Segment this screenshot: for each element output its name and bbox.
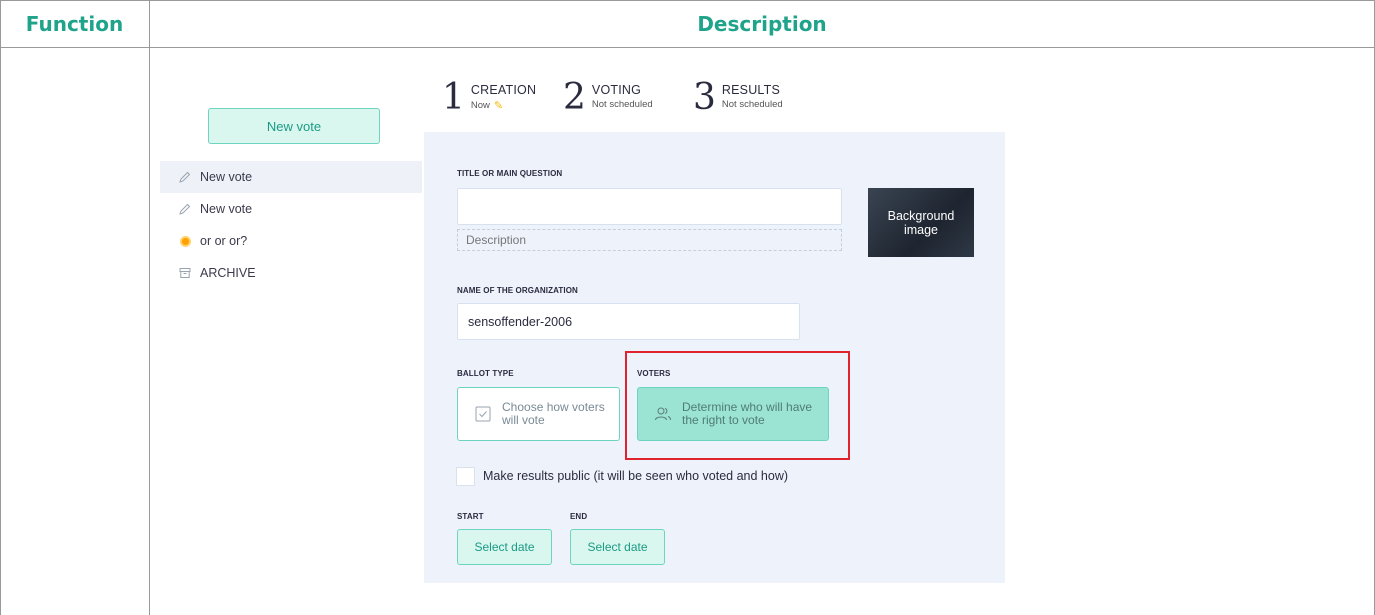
archive-icon <box>178 266 192 280</box>
sidebar-item-label: ARCHIVE <box>200 266 256 280</box>
table-border-left <box>0 0 1 615</box>
step-subtitle: Now <box>470 100 490 111</box>
new-vote-button[interactable]: New vote <box>208 108 380 144</box>
step-number: 2 <box>563 77 586 118</box>
title-input[interactable] <box>457 188 842 225</box>
make-results-public-checkbox[interactable] <box>456 467 475 486</box>
ballot-type-text: Choose how voters will vote <box>502 400 605 427</box>
pencil-icon <box>178 202 192 216</box>
table-border-divider <box>149 0 150 615</box>
make-results-public-label: Make results public (it will be seen who… <box>483 469 789 483</box>
sidebar <box>160 70 422 615</box>
tab-creation[interactable]: 1 CREATION Now ✎ <box>424 70 545 132</box>
background-image-button[interactable]: Background image <box>868 188 974 257</box>
title-label: TITLE OR MAIN QUESTION <box>457 169 563 178</box>
description-input[interactable]: Description <box>457 229 842 251</box>
edit-pencil-icon[interactable]: ✎ <box>494 99 503 112</box>
tab-voting[interactable]: 2 VOTING Not scheduled <box>545 70 675 132</box>
sidebar-item-label: New vote <box>200 202 253 216</box>
tab-results[interactable]: 3 RESULTS Not scheduled <box>675 70 815 132</box>
step-subtitle: Not scheduled <box>721 99 783 110</box>
step-subtitle: Not scheduled <box>591 99 653 110</box>
function-header: Function <box>25 11 124 36</box>
end-date-button[interactable]: Select date <box>570 529 665 565</box>
step-title: RESULTS <box>721 83 781 97</box>
status-dot-icon <box>178 234 192 248</box>
highlight-box <box>625 351 850 460</box>
start-label: START <box>457 512 484 521</box>
sidebar-item-or-or-or[interactable]: or or or? <box>160 225 422 257</box>
table-border-header <box>0 47 1375 48</box>
checkbox-icon <box>474 406 492 422</box>
end-label: END <box>570 512 588 521</box>
step-title: CREATION <box>470 83 537 97</box>
pencil-icon <box>178 170 192 184</box>
step-title: VOTING <box>591 83 642 97</box>
ballot-type-button[interactable]: Choose how voters will vote <box>457 387 620 441</box>
step-number: 3 <box>693 77 716 118</box>
sidebar-item-archive[interactable]: ARCHIVE <box>160 257 422 289</box>
sidebar-item-label: New vote <box>200 170 253 184</box>
description-header: Description <box>697 11 827 36</box>
background-image-label: Background image <box>887 208 955 237</box>
sidebar-item-label: or or or? <box>200 234 248 248</box>
org-label: NAME OF THE ORGANIZATION <box>457 286 578 295</box>
step-number: 1 <box>442 77 465 118</box>
sidebar-item-new-vote[interactable]: New vote <box>160 161 422 193</box>
ballot-type-label: BALLOT TYPE <box>457 369 514 378</box>
org-input[interactable]: sensoffender-2006 <box>457 303 800 340</box>
sidebar-item-new-vote-2[interactable]: New vote <box>160 193 422 225</box>
table-border-top <box>0 0 1375 1</box>
start-date-button[interactable]: Select date <box>457 529 552 565</box>
